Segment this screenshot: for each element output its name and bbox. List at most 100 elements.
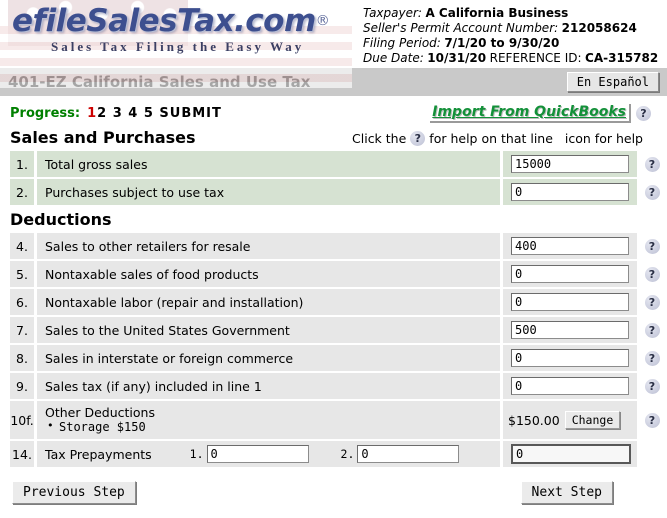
next-step-button[interactable]: Next Step: [520, 481, 613, 504]
table-row: 5. Nontaxable sales of food products ?: [10, 261, 667, 287]
amount-input[interactable]: [511, 265, 629, 283]
row-number: 2.: [10, 179, 34, 205]
table-row: 9. Sales tax (if any) included in line 1…: [10, 373, 667, 399]
reference-id-value: CA-315782: [585, 51, 659, 65]
site-logo[interactable]: efileSalesTax.com® Sales Tax Filing the …: [0, 0, 330, 55]
en-espanol-button[interactable]: En Español: [566, 72, 659, 92]
prepayment-1-label: 1.: [189, 447, 204, 461]
row-help-cell: ?: [637, 289, 667, 315]
amount-input[interactable]: [511, 155, 629, 173]
row-label: Sales to the United States Government: [37, 317, 500, 343]
permit-number-line: Seller's Permit Account Number: 21205862…: [363, 21, 663, 36]
tax-prepayments-row: 14. Tax Prepayments 1. 2.: [10, 441, 667, 467]
other-deductions-value-cell: $150.00 Change: [503, 401, 637, 439]
previous-step-button[interactable]: Previous Step: [12, 481, 136, 504]
row-label: Total gross sales: [37, 151, 500, 177]
help-icon[interactable]: ?: [644, 238, 660, 254]
other-deductions-title: Other Deductions: [45, 405, 155, 420]
prepayment-1-input[interactable]: [206, 445, 309, 463]
permit-label: Seller's Permit Account Number:: [363, 21, 559, 35]
due-date-line: Due Date: 10/31/20 REFERENCE ID: CA-3157…: [363, 51, 663, 66]
amount-input[interactable]: [511, 349, 629, 367]
filing-period-label: Filing Period:: [363, 36, 441, 50]
row-help-cell: ?: [637, 317, 667, 343]
amount-input[interactable]: [511, 237, 629, 255]
help-icon: ?: [410, 131, 426, 146]
progress-bar: Progress: 12 3 4 5 SUBMIT Import From Qu…: [0, 96, 667, 126]
help-icon[interactable]: ?: [644, 322, 660, 338]
row-label: Nontaxable sales of food products: [37, 261, 500, 287]
form-title-bar: 401-EZ California Sales and Use Tax En E…: [0, 68, 667, 96]
due-date-label: Due Date:: [363, 51, 424, 65]
row-number: 8.: [10, 345, 34, 371]
row-label: Purchases subject to use tax: [37, 179, 500, 205]
page-title: 401-EZ California Sales and Use Tax: [8, 73, 311, 91]
row-help-cell: ?: [637, 179, 667, 205]
taxpayer-label: Taxpayer:: [363, 6, 422, 20]
help-icon[interactable]: ?: [644, 266, 660, 282]
amount-input[interactable]: [511, 293, 629, 311]
row-help-cell: ?: [637, 401, 667, 439]
row-number: 4.: [10, 233, 34, 259]
row-help-cell: ?: [637, 373, 667, 399]
quickbooks-import-area: Import From QuickBooks ?: [430, 103, 659, 123]
logo-text: efileSalesTax.com®: [12, 4, 330, 38]
other-deductions-row: 10f. Other Deductions Storage $150 $150.…: [10, 401, 667, 439]
tax-prepayments-total-cell: [503, 441, 637, 467]
logo-tagline: Sales Tax Filing the Easy Way: [51, 39, 305, 54]
filing-period-line: Filing Period: 7/1/20 to 9/30/20: [363, 36, 663, 51]
row-value-cell: [503, 373, 637, 399]
sales-and-purchases-section-header: Sales and Purchases Click the ? for help…: [0, 126, 667, 151]
row-value-cell: [503, 233, 637, 259]
help-icon[interactable]: ?: [644, 156, 660, 172]
help-hint-suffix: for help on that line: [429, 131, 553, 146]
form-footer: Previous Step Next Step: [0, 469, 667, 504]
row-value-cell: [503, 151, 637, 177]
table-row: 8. Sales in interstate or foreign commer…: [10, 345, 667, 371]
row-label: Sales tax (if any) included in line 1: [37, 373, 500, 399]
registered-trademark-icon: ®: [315, 13, 330, 29]
deduction-rows-group: 4. Sales to other retailers for resale ?…: [0, 233, 667, 467]
change-button[interactable]: Change: [564, 411, 621, 429]
taxpayer-value: A California Business: [425, 6, 569, 20]
row-help-cell: ?: [637, 151, 667, 177]
row-number: 7.: [10, 317, 34, 343]
help-hint-prefix: Click the: [352, 131, 407, 146]
help-hint: Click the ? for help on that line icon f…: [352, 131, 659, 146]
row-help-cell: ?: [637, 233, 667, 259]
amount-input[interactable]: [511, 183, 629, 201]
section-title-deductions: Deductions: [10, 210, 112, 229]
row-label: Sales in interstate or foreign commerce: [37, 345, 500, 371]
amount-input[interactable]: [511, 377, 629, 395]
taxpayer-name-line: Taxpayer: A California Business: [363, 6, 663, 21]
progress-step-current[interactable]: 1: [87, 106, 97, 121]
other-deductions-label-cell: Other Deductions Storage $150: [37, 401, 500, 439]
row-value-cell: [503, 261, 637, 287]
row-number: 14.: [10, 441, 34, 467]
help-icon[interactable]: ?: [644, 412, 660, 428]
help-icon[interactable]: ?: [636, 105, 651, 121]
table-row: 7. Sales to the United States Government…: [10, 317, 667, 343]
tax-prepayments-label: Tax Prepayments: [45, 446, 152, 462]
help-icon[interactable]: ?: [644, 184, 660, 200]
row-number: 6.: [10, 289, 34, 315]
row-help-cell: [637, 441, 667, 467]
prepayments-total-input[interactable]: [511, 444, 631, 464]
help-icon[interactable]: ?: [644, 378, 660, 394]
row-help-cell: ?: [637, 345, 667, 371]
import-from-quickbooks-link[interactable]: Import From QuickBooks: [430, 103, 631, 123]
prepayment-2-label: 2.: [340, 447, 355, 461]
help-hint-tail: icon for help: [564, 131, 643, 146]
amount-input[interactable]: [511, 321, 629, 339]
help-icon[interactable]: ?: [644, 350, 660, 366]
permit-value: 212058624: [561, 21, 637, 35]
row-value-cell: [503, 345, 637, 371]
table-row: 2. Purchases subject to use tax ?: [10, 179, 667, 205]
section-title-sales-and-purchases: Sales and Purchases: [10, 128, 196, 147]
help-icon[interactable]: ?: [644, 294, 660, 310]
filing-period-value: 7/1/20 to 9/30/20: [444, 36, 560, 50]
row-number: 5.: [10, 261, 34, 287]
page-header: efileSalesTax.com® Sales Tax Filing the …: [0, 0, 667, 88]
prepayment-2-input[interactable]: [357, 445, 460, 463]
progress-steps-remaining[interactable]: 2 3 4 5 SUBMIT: [97, 106, 222, 121]
